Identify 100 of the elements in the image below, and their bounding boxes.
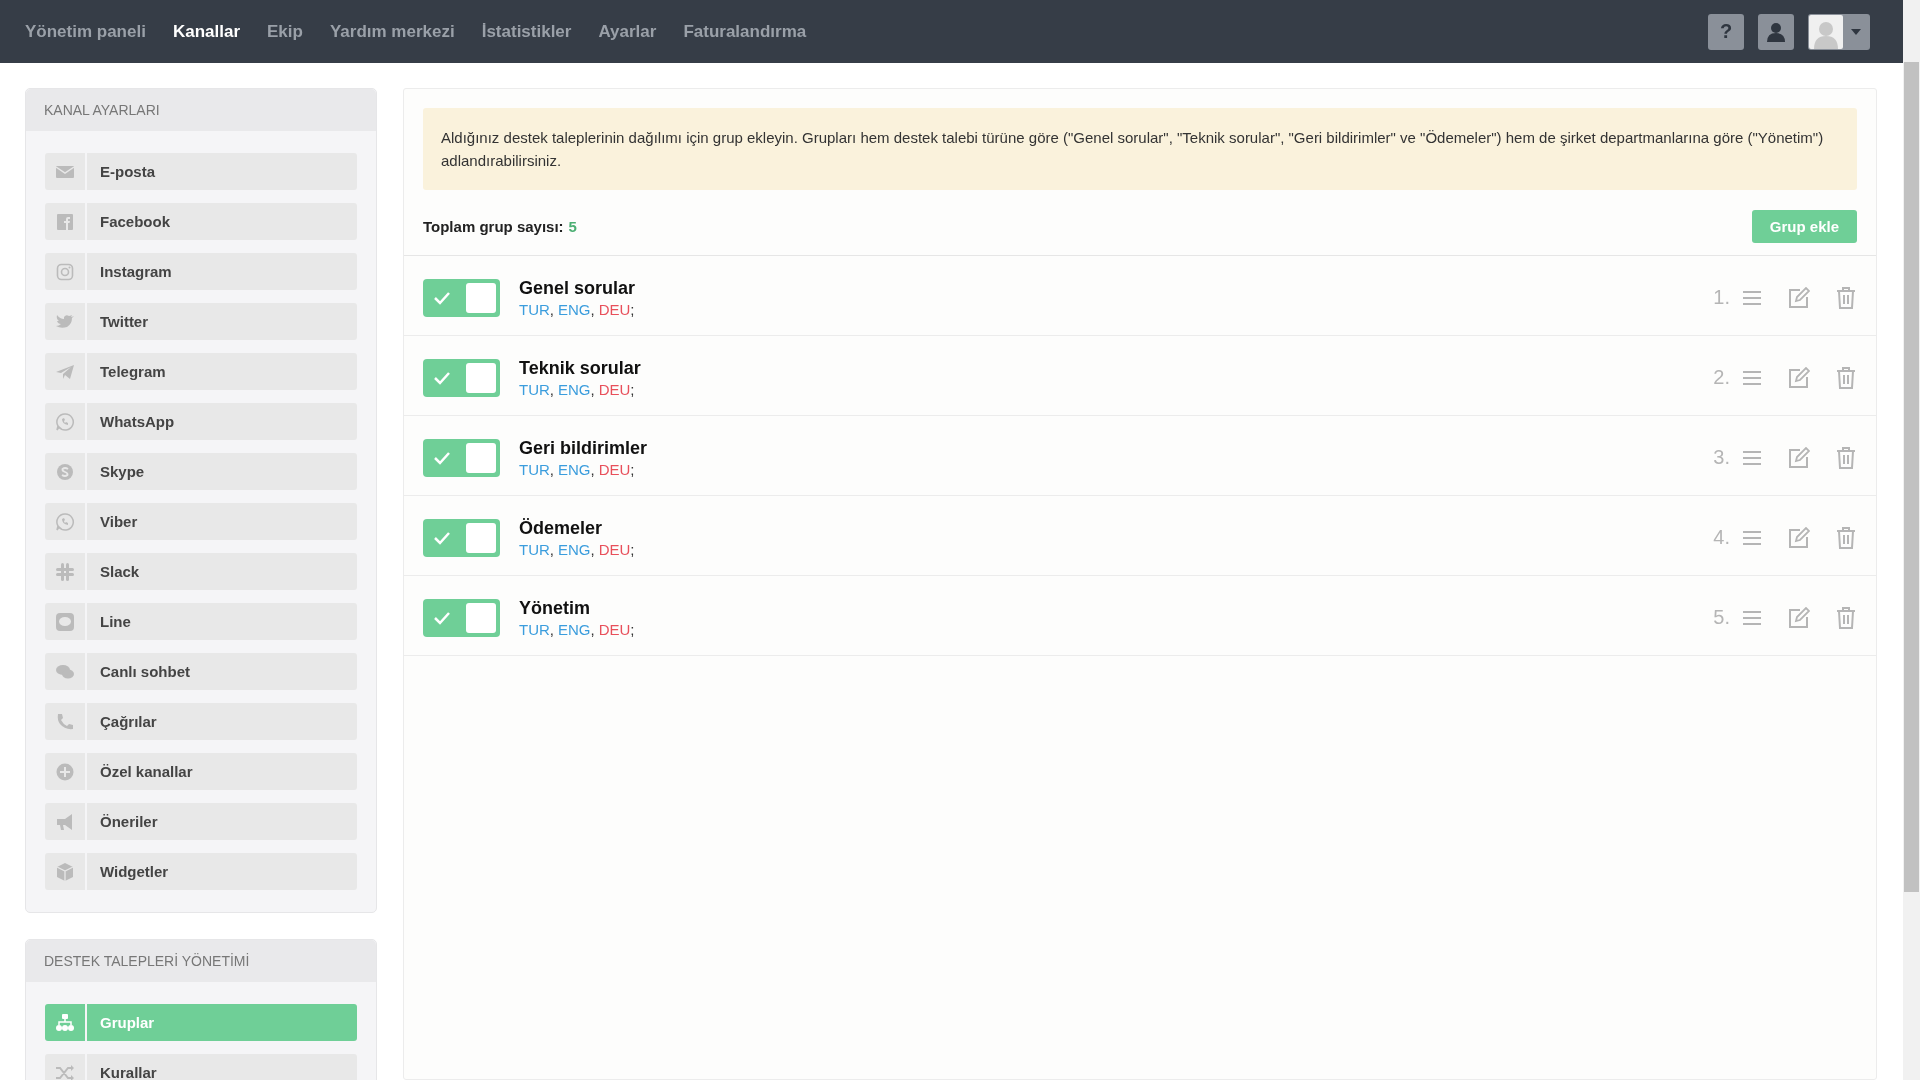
menu-icon — [1743, 289, 1761, 306]
separator: ; — [630, 540, 635, 558]
separator: ; — [630, 620, 635, 638]
language-code: TUR — [519, 300, 550, 318]
separator: , — [549, 620, 554, 638]
separator: , — [590, 540, 595, 558]
total-groups-count: 5 — [568, 218, 577, 235]
group-name: Yönetim — [519, 597, 591, 619]
edit-button[interactable] — [1786, 604, 1812, 631]
check-icon — [433, 370, 451, 385]
nav-link[interactable]: Yardım merkezi — [329, 21, 455, 42]
caret-icon — [1851, 28, 1861, 35]
check-icon — [433, 450, 451, 465]
language-code: ENG — [558, 300, 591, 318]
delete-button[interactable] — [1835, 604, 1857, 631]
info-notice: Aldığınız destek taleplerinin dağılımı için grup ekleyin. Grupları hem destek talebi türüne göre ("Genel sorular", "Teknik sorular", "Geri bildirimler" ve "Ödemeler") hem de şirket departmanlarına göre ("Yönetim") adlandırabilirsiniz. — [423, 108, 1857, 190]
separator: , — [590, 300, 595, 318]
cube-icon — [55, 861, 75, 882]
check-icon — [433, 530, 451, 545]
edit-button[interactable] — [1786, 524, 1812, 551]
separator: , — [549, 300, 554, 318]
group-name: Genel sorular — [519, 277, 637, 299]
phonebubble-icon — [55, 411, 75, 432]
edit-icon — [1788, 366, 1810, 389]
delete-button[interactable] — [1835, 524, 1857, 551]
panel-title: KANAL AYARLARI — [26, 89, 376, 131]
separator: , — [590, 620, 595, 638]
hash-icon — [55, 561, 75, 582]
order-number: 3. — [1713, 446, 1730, 469]
nav-link[interactable]: Yönetim paneli — [25, 21, 146, 42]
toggle-switch[interactable] — [423, 278, 500, 317]
trash-icon — [1837, 606, 1855, 629]
delete-button[interactable] — [1835, 364, 1857, 391]
separator: ; — [630, 380, 635, 398]
panel-title: DESTEK TALEPLERİ YÖNETİMİ — [26, 940, 376, 982]
group-name: Ödemeler — [519, 517, 604, 539]
separator: , — [549, 460, 554, 478]
edit-button[interactable] — [1786, 284, 1812, 311]
instagram-icon — [55, 261, 75, 282]
separator: , — [549, 540, 554, 558]
delete-button[interactable] — [1835, 444, 1857, 471]
edit-icon — [1788, 446, 1810, 469]
language-code: TUR — [519, 620, 550, 638]
edit-icon — [1788, 286, 1810, 309]
person-icon — [1767, 21, 1785, 42]
separator: ; — [630, 460, 635, 478]
phonebubble-icon — [55, 511, 75, 532]
trash-icon — [1837, 446, 1855, 469]
language-code: TUR — [519, 460, 550, 478]
toggle-switch[interactable] — [423, 518, 500, 557]
s-icon — [55, 461, 75, 482]
trash-icon — [1837, 366, 1855, 389]
menu-icon — [1743, 369, 1761, 386]
scrollbar[interactable] — [1903, 0, 1920, 1080]
separator: , — [590, 460, 595, 478]
group-name: Teknik sorular — [519, 357, 641, 379]
language-code: ENG — [558, 620, 591, 638]
total-groups-label: Toplam grup sayısı: — [423, 218, 564, 235]
order-number: 1. — [1713, 286, 1730, 309]
phone-icon — [55, 711, 75, 732]
order-number: 5. — [1713, 606, 1730, 629]
group-name: Geri bildirimler — [519, 437, 648, 459]
language-code: TUR — [519, 540, 550, 558]
edit-button[interactable] — [1786, 364, 1812, 391]
order-number: 2. — [1713, 366, 1730, 389]
separator: , — [590, 380, 595, 398]
language-code: ENG — [558, 460, 591, 478]
nav-link[interactable]: Faturalandırma — [683, 21, 807, 42]
account-menu-button[interactable] — [1808, 13, 1870, 50]
trash-icon — [1837, 526, 1855, 549]
avatar-silhouette-icon — [1814, 20, 1838, 49]
language-code: ENG — [558, 380, 591, 398]
edit-button[interactable] — [1786, 444, 1812, 471]
facebook-icon — [55, 211, 75, 232]
help-button[interactable]: ? — [1708, 13, 1744, 50]
shuffle-icon — [55, 1062, 75, 1080]
trash-icon — [1837, 286, 1855, 309]
nav-link[interactable]: Ayarlar — [598, 21, 657, 42]
menu-icon — [1743, 609, 1761, 626]
separator: , — [549, 380, 554, 398]
nav-link[interactable]: İstatistikler — [481, 21, 572, 42]
toggle-switch[interactable] — [423, 358, 500, 397]
check-icon — [433, 290, 451, 305]
edit-icon — [1788, 606, 1810, 629]
plus-icon — [55, 761, 75, 782]
megaphone-icon — [55, 811, 75, 832]
edit-icon — [1788, 526, 1810, 549]
sitemap-icon — [55, 1012, 75, 1033]
separator: ; — [630, 300, 635, 318]
toggle-switch[interactable] — [423, 598, 500, 637]
nav-link[interactable]: Ekip — [267, 21, 303, 42]
menu-icon — [1743, 449, 1761, 466]
delete-button[interactable] — [1835, 284, 1857, 311]
language-code: ENG — [558, 540, 591, 558]
toggle-switch[interactable] — [423, 438, 500, 477]
nav-link[interactable]: Kanallar — [172, 21, 240, 42]
user-button[interactable] — [1758, 13, 1794, 50]
language-code: TUR — [519, 380, 550, 398]
order-number: 4. — [1713, 526, 1730, 549]
check-icon — [433, 610, 451, 625]
